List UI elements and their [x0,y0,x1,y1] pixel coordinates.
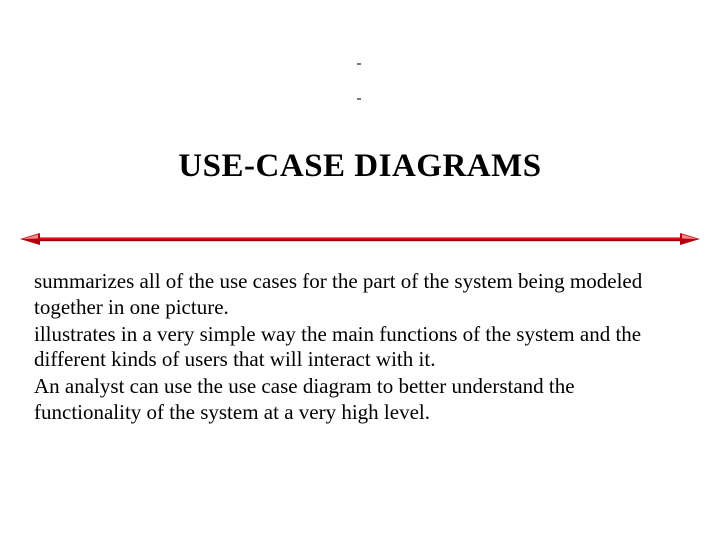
decorative-mark [357,63,361,65]
body-text: summarizes all of the use cases for the … [34,269,674,427]
double-arrow-icon [20,232,700,246]
paragraph: An analyst can use the use case diagram … [34,374,674,426]
paragraph: summarizes all of the use cases for the … [34,269,674,321]
slide: USE-CASE DIAGRAMS summarizes all of the … [0,0,720,540]
paragraph: illustrates in a very simple way the mai… [34,322,674,374]
page-title: USE-CASE DIAGRAMS [0,148,720,185]
horizontal-divider [20,232,700,246]
decorative-mark [357,98,361,100]
